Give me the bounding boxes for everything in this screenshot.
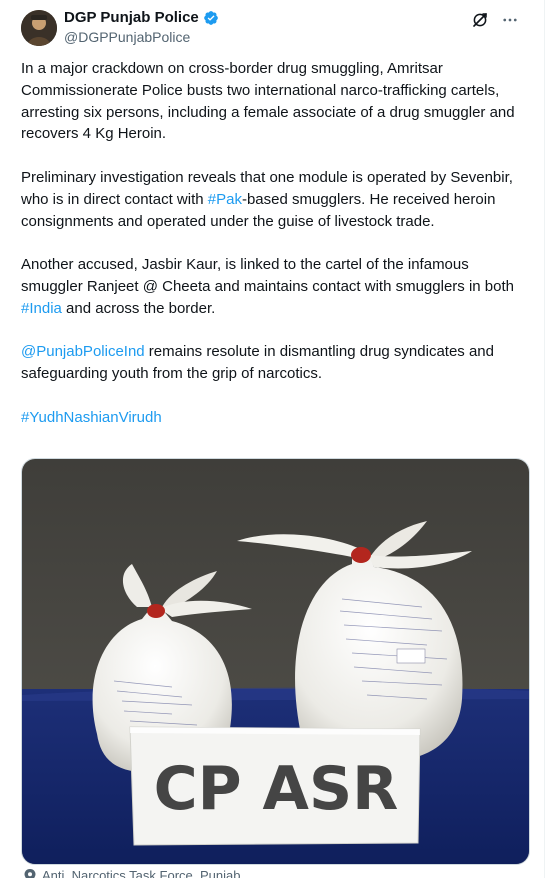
hashtag-india-link[interactable]: #India [21, 300, 62, 317]
avatar[interactable] [21, 10, 57, 46]
paragraph-text: In a major crackdown on cross-border dru… [21, 60, 515, 143]
post-paragraph-1: In a major crackdown on cross-border dru… [21, 58, 531, 145]
sign-text: CP ASR [154, 754, 399, 824]
hashtag-yudhnashianvirudh-link[interactable]: #YudhNashianVirudh [21, 409, 162, 426]
post-paragraph-2: Preliminary investigation reveals that o… [21, 167, 531, 232]
header-actions [470, 10, 520, 30]
mention-punjabpoliceind-link[interactable]: @PunjabPoliceInd [21, 343, 145, 360]
hashtag-pak-link[interactable]: #Pak [208, 191, 242, 208]
author-handle[interactable]: @DGPPunjabPolice [64, 28, 219, 46]
post-container: DGP Punjab Police @DGPPunjabPolice In a … [0, 0, 545, 878]
more-icon[interactable] [500, 10, 520, 30]
author-name-row[interactable]: DGP Punjab Police [64, 9, 219, 27]
verified-badge-icon [203, 10, 219, 26]
caption-text: Anti_Narcotics Task Force, Punjab [42, 868, 241, 878]
post-paragraph-4: @PunjabPoliceInd remains resolute in dis… [21, 341, 531, 385]
paragraph-text: Another accused, Jasbir Kaur, is linked … [21, 256, 514, 295]
seized-heroin-photo: CP ASR [22, 459, 529, 864]
location-pin-icon [24, 869, 36, 878]
grok-icon[interactable] [470, 10, 490, 30]
post-text: In a major crackdown on cross-border dru… [21, 58, 531, 450]
post-image[interactable]: CP ASR [21, 458, 530, 865]
author-block: DGP Punjab Police @DGPPunjabPolice [64, 9, 219, 46]
image-caption: Anti_Narcotics Task Force, Punjab [24, 868, 240, 878]
post-header: DGP Punjab Police @DGPPunjabPolice [21, 8, 520, 48]
author-display-name[interactable]: DGP Punjab Police [64, 9, 199, 27]
paragraph-text: and across the border. [61, 299, 216, 317]
post-paragraph-5: #YudhNashianVirudh [21, 407, 531, 429]
post-paragraph-3: Another accused, Jasbir Kaur, is linked … [21, 254, 531, 319]
